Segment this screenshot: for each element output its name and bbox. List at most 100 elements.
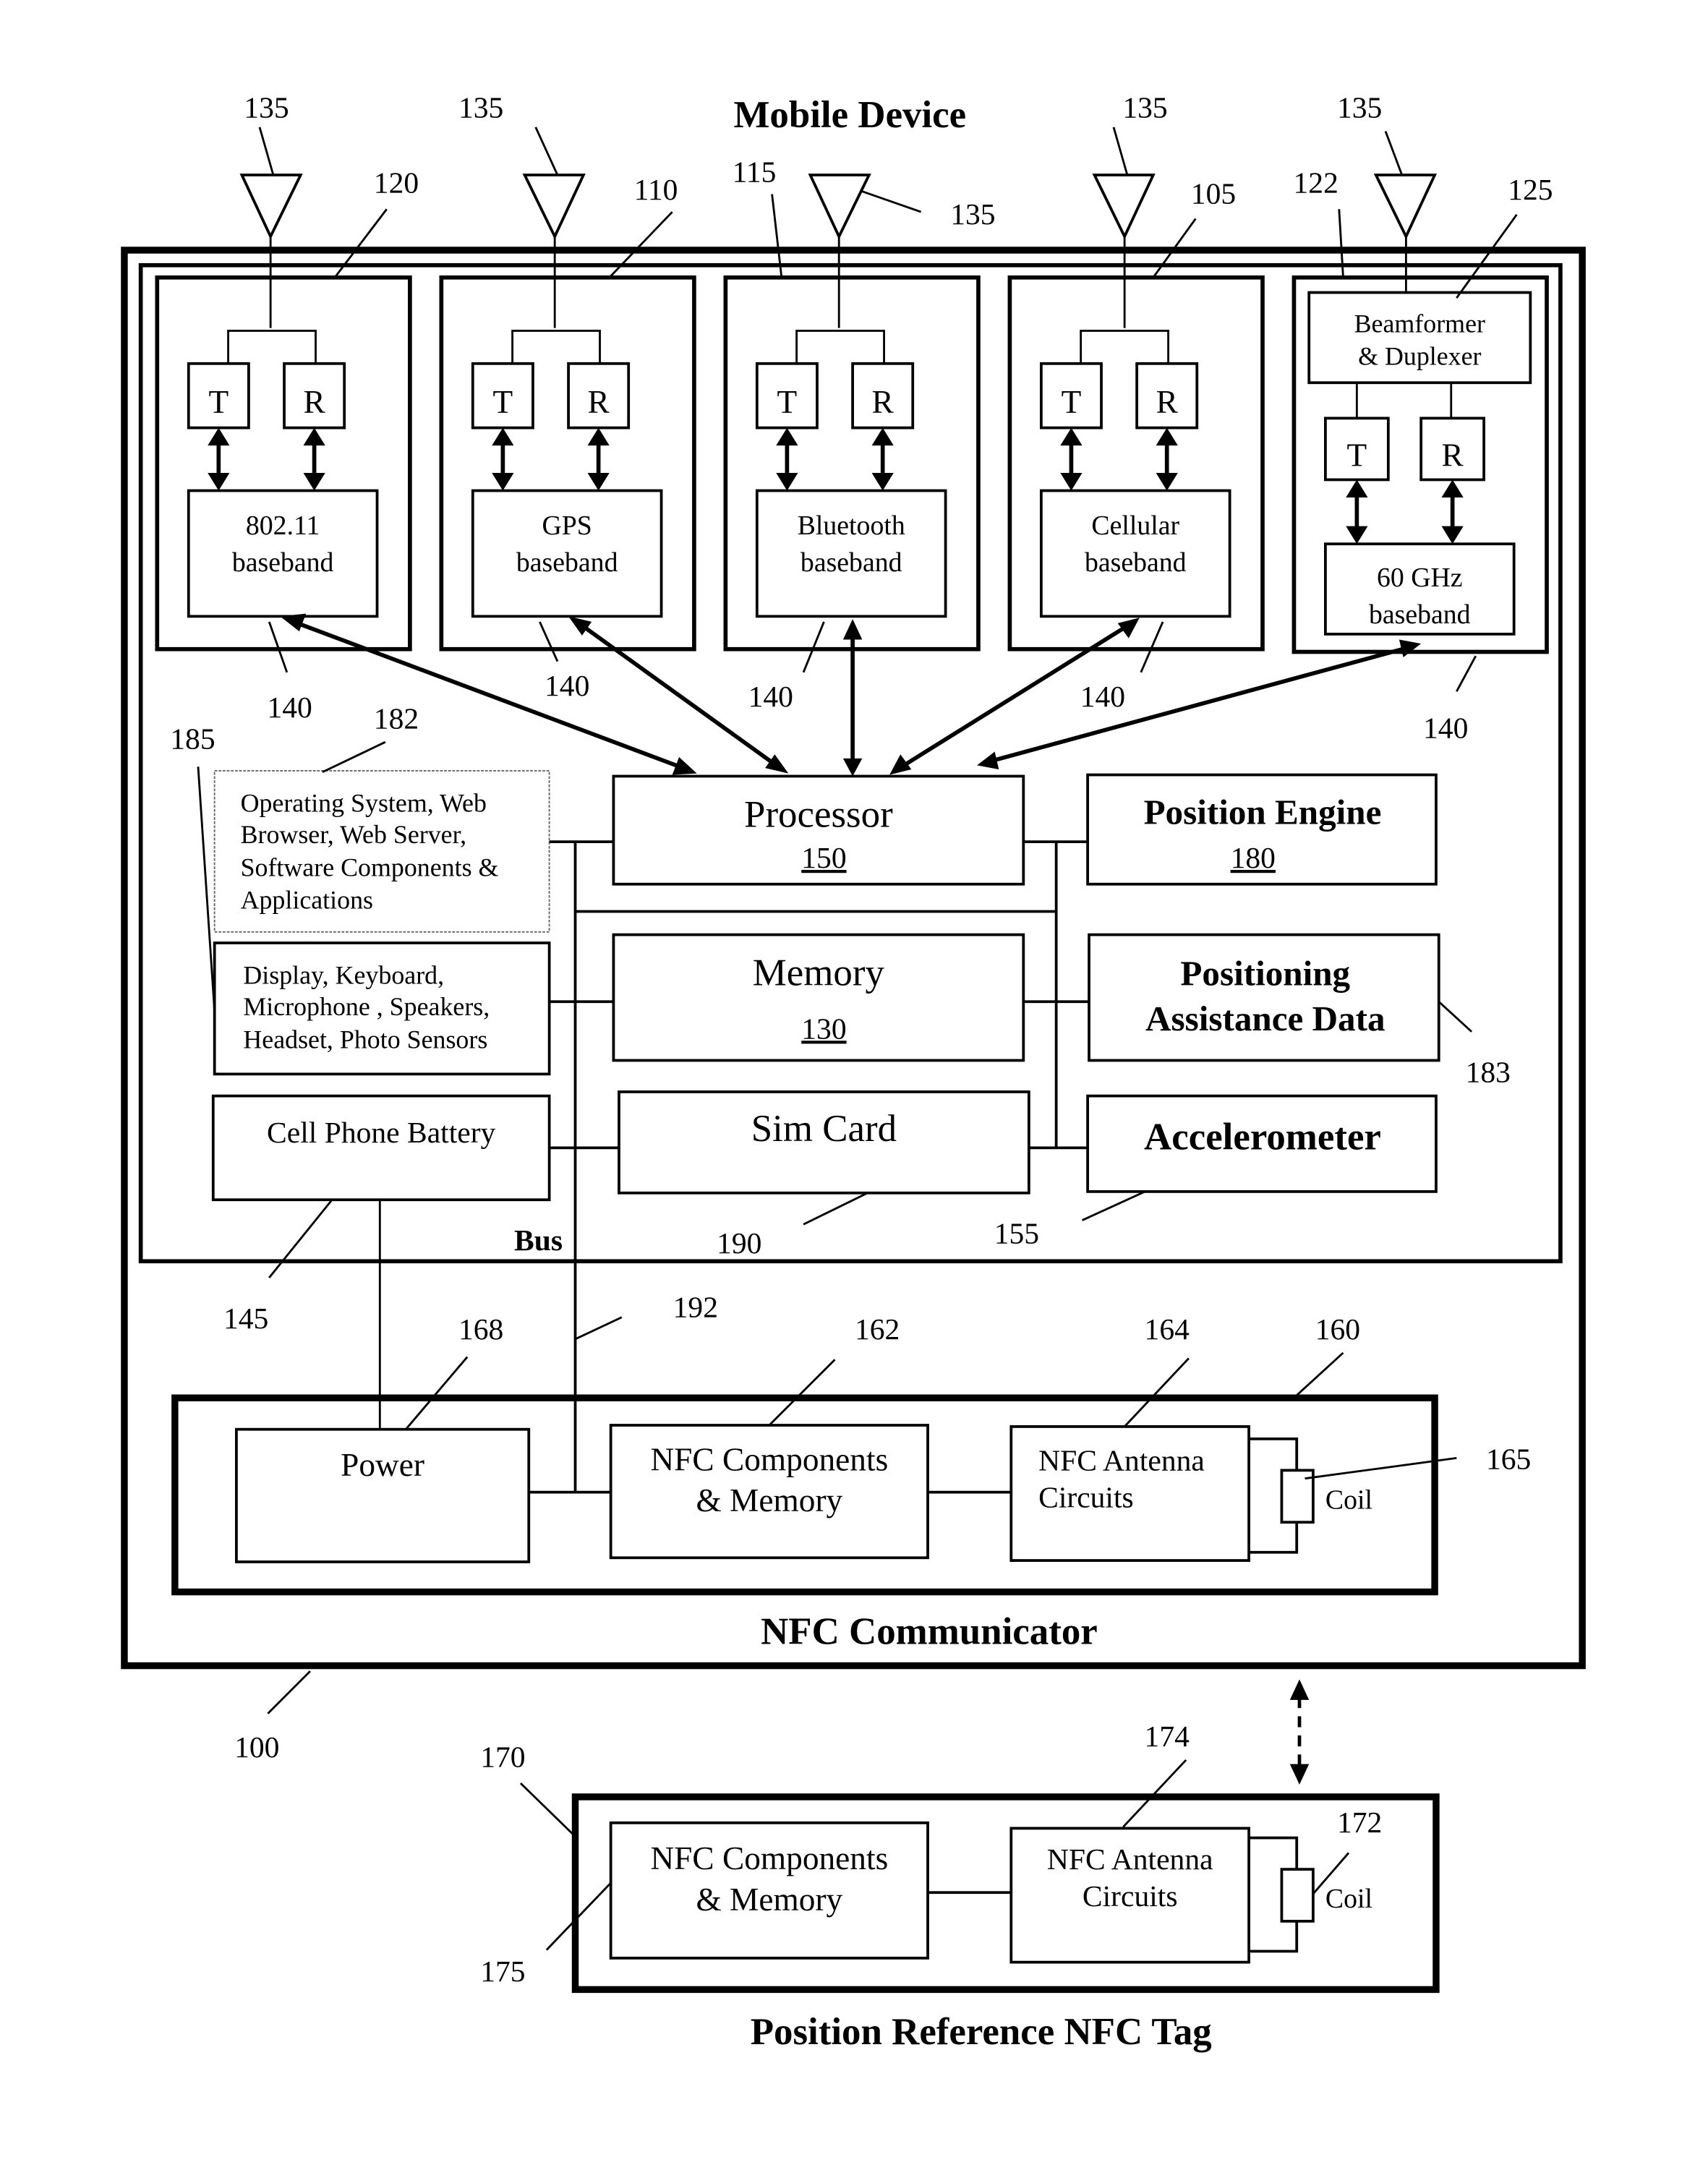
ref-label: 160 (1315, 1312, 1360, 1346)
svg-text:Power: Power (341, 1447, 424, 1483)
svg-text:Operating System, Web: Operating System, Web (241, 789, 487, 818)
svg-text:Circuits: Circuits (1083, 1879, 1178, 1913)
svg-text:baseband: baseband (232, 547, 334, 578)
svg-text:baseband: baseband (1085, 547, 1187, 578)
ref-label: 135 (458, 91, 503, 124)
antenna-5: 135 (1337, 91, 1438, 293)
ref-label: 135 (244, 91, 289, 124)
svg-text:R: R (588, 384, 610, 420)
svg-text:baseband: baseband (800, 547, 902, 578)
ref-label: 105 (1191, 177, 1236, 210)
svg-text:Accelerometer: Accelerometer (1144, 1116, 1381, 1158)
svg-text:60 GHz: 60 GHz (1377, 563, 1463, 593)
accelerometer-box: Accelerometer 155 (994, 1094, 1438, 1250)
patent-diagram: Mobile Device 135 135 135 135 135 T R 80… (121, 91, 1586, 2053)
svg-text:R: R (303, 384, 325, 420)
processor-box: Processor 150 (612, 774, 1025, 886)
ref-label: 164 (1145, 1312, 1190, 1346)
svg-text:140: 140 (545, 669, 589, 702)
ref-label: 162 (855, 1312, 900, 1346)
ref-label: 175 (480, 1955, 525, 1988)
ref-label: 135 (1122, 91, 1167, 124)
svg-text:Memory: Memory (753, 952, 885, 994)
svg-text:T: T (208, 384, 229, 420)
antenna-icon (239, 174, 303, 240)
svg-text:NFC Antenna: NFC Antenna (1047, 1842, 1213, 1876)
svg-text:802.11: 802.11 (246, 511, 320, 541)
svg-text:Display, Keyboard,: Display, Keyboard, (243, 961, 444, 990)
svg-text:Coil: Coil (1325, 1485, 1372, 1515)
radio-module-gps: T R GPS baseband 110 (439, 173, 696, 652)
bus-label: Bus (514, 1223, 563, 1257)
position-engine-box: Position Engine 180 (1086, 773, 1438, 886)
antenna-icon (808, 174, 871, 240)
ref-label: 125 (1508, 173, 1553, 206)
svg-text:150: 150 (801, 841, 846, 874)
ref-label: 183 (1466, 1056, 1511, 1089)
antenna-icon (1092, 174, 1156, 240)
svg-text:R: R (1156, 384, 1179, 420)
svg-text:180: 180 (1231, 841, 1276, 874)
ref-label: 115 (733, 155, 777, 188)
svg-text:R: R (1442, 437, 1464, 474)
radio-module-60ghz: Beamformer & Duplexer T R 60 GHz baseban… (1291, 166, 1553, 654)
nfc-tag-title: Position Reference NFC Tag (751, 2011, 1212, 2053)
svg-text:& Duplexer: & Duplexer (1358, 342, 1481, 371)
svg-text:Position Engine: Position Engine (1144, 793, 1382, 832)
radio-module-80211: T R 802.11 baseband 120 (155, 166, 419, 652)
svg-text:Beamformer: Beamformer (1354, 309, 1485, 338)
ref-label: 135 (950, 197, 995, 231)
svg-text:T: T (777, 384, 798, 420)
svg-text:Browser, Web Server,: Browser, Web Server, (241, 820, 467, 849)
svg-text:& Memory: & Memory (696, 1482, 842, 1518)
coil-icon (1280, 1868, 1315, 1923)
ref-label: 182 (374, 701, 419, 735)
memory-box: Memory 130 (612, 933, 1025, 1062)
svg-text:NFC Components: NFC Components (650, 1441, 888, 1477)
ref-label: 172 (1337, 1806, 1382, 1839)
mobile-device-title: Mobile Device (734, 94, 967, 136)
antenna-1: 135 (239, 91, 303, 328)
svg-text:GPS: GPS (542, 511, 592, 541)
svg-text:Coil: Coil (1325, 1884, 1372, 1914)
ref-label: 190 (717, 1226, 761, 1260)
ref-label: 185 (170, 722, 215, 756)
antenna-2: 135 (458, 91, 586, 328)
svg-text:140: 140 (748, 680, 793, 713)
svg-text:140: 140 (1423, 712, 1468, 745)
svg-text:Processor: Processor (744, 793, 893, 835)
svg-text:Microphone , Speakers,: Microphone , Speakers, (243, 992, 490, 1021)
svg-text:R: R (872, 384, 894, 420)
svg-text:140: 140 (267, 691, 312, 724)
svg-text:Cell Phone Battery: Cell Phone Battery (267, 1116, 496, 1149)
ref-label: 145 (223, 1302, 268, 1335)
antenna-icon (1373, 174, 1438, 240)
svg-text:T: T (1062, 384, 1082, 420)
svg-text:Headset, Photo Sensors: Headset, Photo Sensors (243, 1025, 487, 1054)
ref-label: 170 (480, 1740, 525, 1773)
svg-text:Positioning: Positioning (1180, 954, 1350, 994)
sim-card-box: Sim Card 190 (618, 1090, 1030, 1260)
software-box: Operating System, Web Browser, Web Serve… (213, 701, 550, 933)
svg-text:NFC Components: NFC Components (650, 1840, 888, 1876)
svg-text:baseband: baseband (1369, 599, 1471, 630)
ref-label: 174 (1145, 1720, 1190, 1753)
svg-text:T: T (493, 384, 513, 420)
svg-text:Circuits: Circuits (1038, 1480, 1134, 1513)
svg-text:Applications: Applications (241, 886, 373, 915)
ref-label: 120 (374, 166, 419, 200)
nfc-communicator-title: NFC Communicator (761, 1610, 1098, 1652)
ref-label: 155 (994, 1217, 1039, 1250)
svg-text:Bluetooth: Bluetooth (798, 511, 905, 541)
ref-label: 135 (1337, 91, 1382, 124)
radio-module-bluetooth: T R Bluetooth baseband 115 (723, 155, 981, 652)
svg-text:Software Components &: Software Components & (241, 853, 499, 881)
ref-label: 122 (1294, 166, 1338, 200)
svg-text:140: 140 (1080, 680, 1125, 713)
ref-label: 165 (1486, 1442, 1531, 1475)
device-ref-label: 100 (234, 1730, 279, 1764)
svg-text:Assistance Data: Assistance Data (1145, 999, 1385, 1038)
nfc-communicator: 160 Power 168 NFC Components & Memory 16… (171, 1312, 1531, 1652)
svg-text:Sim Card: Sim Card (751, 1108, 897, 1150)
svg-text:130: 130 (801, 1012, 846, 1045)
